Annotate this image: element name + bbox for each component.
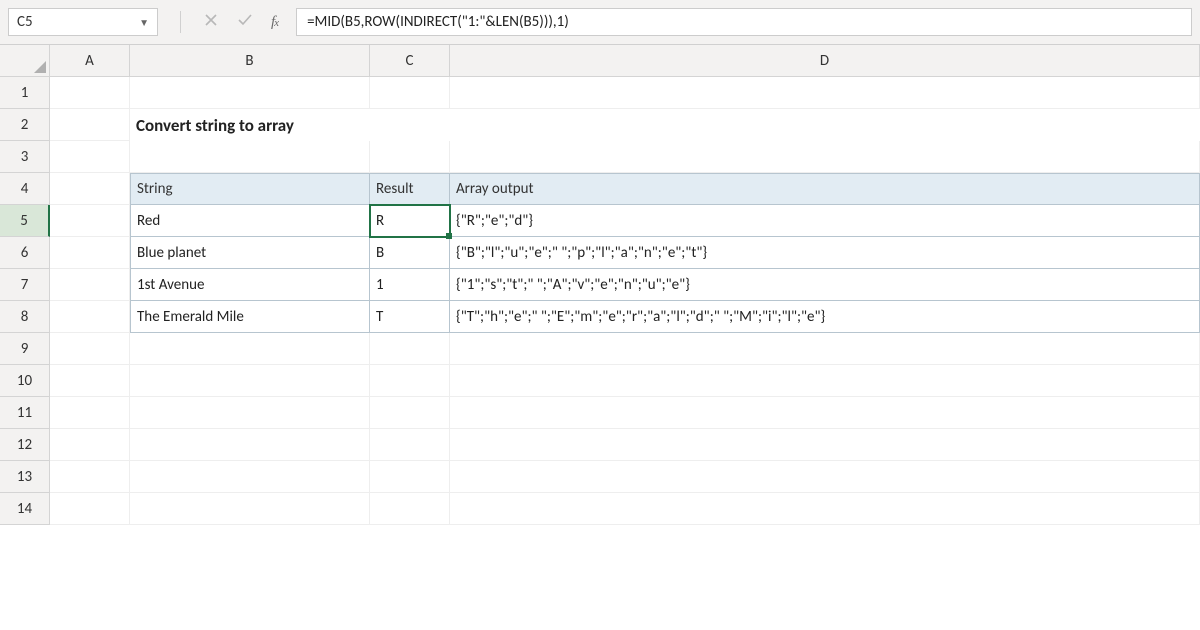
row-header[interactable]: 10	[0, 365, 50, 397]
row-header[interactable]: 11	[0, 397, 50, 429]
cell[interactable]	[450, 141, 1200, 173]
table-cell-string[interactable]: Blue planet	[130, 237, 370, 269]
row-header[interactable]: 8	[0, 301, 50, 333]
row-header[interactable]: 9	[0, 333, 50, 365]
cell[interactable]	[50, 365, 130, 397]
cell[interactable]	[50, 333, 130, 365]
cell[interactable]	[370, 365, 450, 397]
cell[interactable]	[370, 493, 450, 525]
col-header-B[interactable]: B	[130, 45, 370, 77]
formula-bar-buttons: fx	[168, 11, 286, 33]
cell[interactable]	[50, 301, 130, 333]
fx-icon[interactable]: fx	[271, 14, 278, 31]
cancel-icon[interactable]	[203, 12, 219, 33]
cell[interactable]	[370, 429, 450, 461]
cell[interactable]	[50, 141, 130, 173]
cell[interactable]	[450, 333, 1200, 365]
cell[interactable]	[130, 77, 370, 109]
cell[interactable]	[450, 493, 1200, 525]
table-cell-result[interactable]: B	[370, 237, 450, 269]
cell[interactable]	[130, 365, 370, 397]
row-header[interactable]: 7	[0, 269, 50, 301]
col-header-C[interactable]: C	[370, 45, 450, 77]
table-cell-string[interactable]: The Emerald Mile	[130, 301, 370, 333]
cell[interactable]	[450, 365, 1200, 397]
row-header[interactable]: 12	[0, 429, 50, 461]
row-header[interactable]: 4	[0, 173, 50, 205]
cell[interactable]	[50, 493, 130, 525]
cell[interactable]	[50, 429, 130, 461]
cell[interactable]	[50, 461, 130, 493]
cell[interactable]	[370, 397, 450, 429]
confirm-icon[interactable]	[237, 12, 253, 33]
table-cell-result[interactable]: 1	[370, 269, 450, 301]
formula-text: =MID(B5,ROW(INDIRECT("1:"&LEN(B5))),1)	[307, 13, 569, 31]
page-title: Convert string to array	[130, 109, 1200, 141]
table-header-output[interactable]: Array output	[450, 173, 1200, 205]
table-cell-output[interactable]: {"B";"l";"u";"e";" ";"p";"l";"a";"n";"e"…	[450, 237, 1200, 269]
cell[interactable]	[50, 109, 130, 141]
row-header[interactable]: 2	[0, 109, 50, 141]
row-header[interactable]: 1	[0, 77, 50, 109]
cell[interactable]	[370, 77, 450, 109]
table-cell-string[interactable]: 1st Avenue	[130, 269, 370, 301]
name-box[interactable]: C5 ▼	[8, 8, 158, 36]
row-header[interactable]: 13	[0, 461, 50, 493]
cell[interactable]	[130, 429, 370, 461]
separator	[180, 11, 181, 33]
row-header[interactable]: 3	[0, 141, 50, 173]
formula-bar: C5 ▼ fx =MID(B5,ROW(INDIRECT("1:"&LEN(B5…	[0, 0, 1200, 45]
table-cell-string[interactable]: Red	[130, 205, 370, 237]
cell[interactable]	[50, 269, 130, 301]
cell[interactable]	[130, 461, 370, 493]
table-cell-output[interactable]: {"T";"h";"e";" ";"E";"m";"e";"r";"a";"l"…	[450, 301, 1200, 333]
cell[interactable]	[50, 237, 130, 269]
name-box-value: C5	[17, 13, 33, 31]
table-cell-output[interactable]: {"1";"s";"t";" ";"A";"v";"e";"n";"u";"e"…	[450, 269, 1200, 301]
row-header[interactable]: 5	[0, 205, 50, 237]
cell[interactable]	[50, 397, 130, 429]
cell[interactable]	[450, 397, 1200, 429]
table-header-result[interactable]: Result	[370, 173, 450, 205]
col-header-D[interactable]: D	[450, 45, 1200, 77]
cell[interactable]	[130, 397, 370, 429]
cell[interactable]	[450, 429, 1200, 461]
cell[interactable]	[450, 77, 1200, 109]
cell[interactable]	[450, 461, 1200, 493]
cell[interactable]	[50, 77, 130, 109]
chevron-down-icon[interactable]: ▼	[139, 16, 149, 29]
select-all-corner[interactable]	[0, 45, 50, 77]
cell[interactable]	[370, 461, 450, 493]
col-header-A[interactable]: A	[50, 45, 130, 77]
table-cell-result[interactable]: T	[370, 301, 450, 333]
formula-input[interactable]: =MID(B5,ROW(INDIRECT("1:"&LEN(B5))),1)	[296, 8, 1192, 36]
cell[interactable]	[370, 141, 450, 173]
table-cell-output[interactable]: {"R";"e";"d"}	[450, 205, 1200, 237]
cell[interactable]	[130, 141, 370, 173]
table-cell-result[interactable]: R	[370, 205, 450, 237]
table-header-string[interactable]: String	[130, 173, 370, 205]
cell[interactable]	[50, 173, 130, 205]
cell[interactable]	[50, 205, 130, 237]
cell[interactable]	[370, 333, 450, 365]
cell[interactable]	[130, 333, 370, 365]
cell[interactable]	[130, 493, 370, 525]
row-header[interactable]: 14	[0, 493, 50, 525]
row-header[interactable]: 6	[0, 237, 50, 269]
spreadsheet-grid[interactable]: A B C D 1 2 Convert string to array 3 4 …	[0, 45, 1200, 525]
